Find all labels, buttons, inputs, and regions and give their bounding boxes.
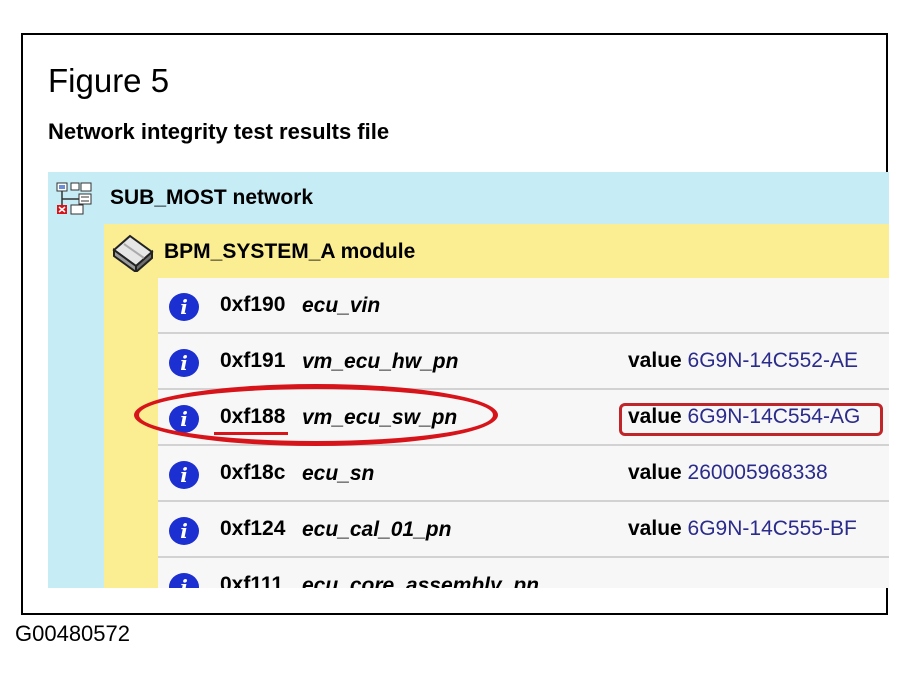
value-text: 6G9N-14C555-BF <box>687 517 857 540</box>
value-label: value <box>628 349 682 372</box>
module-node[interactable]: BPM_SYSTEM_A module i 0xf190 ecu_vin i 0… <box>104 224 889 588</box>
info-icon: i <box>169 461 199 489</box>
parameter-name: ecu_core_assembly_pn <box>302 574 539 588</box>
parameter-value: value 260005968338 <box>628 461 828 485</box>
svg-text:i: i <box>180 519 188 543</box>
parameter-id: 0xf111 <box>220 573 284 588</box>
svg-text:i: i <box>180 407 188 431</box>
parameter-row[interactable]: i 0xf111 ecu_core_assembly_pn <box>158 558 889 588</box>
parameter-row-highlighted[interactable]: i 0xf188 vm_ecu_sw_pn value 6G9N-14C554-… <box>158 390 889 446</box>
info-icon: i <box>169 573 199 588</box>
svg-text:i: i <box>180 295 188 319</box>
svg-text:i: i <box>180 463 188 487</box>
parameter-row[interactable]: i 0xf191 vm_ecu_hw_pn value 6G9N-14C552-… <box>158 334 889 390</box>
highlight-underline <box>214 432 288 435</box>
parameter-name: ecu_sn <box>302 462 375 485</box>
figure-code: G00480572 <box>15 621 130 646</box>
value-text: 6G9N-14C552-AE <box>687 349 858 372</box>
info-icon: i <box>169 405 199 433</box>
parameter-value: value 6G9N-14C554-AG <box>628 405 860 429</box>
figure-title: Figure 5 <box>48 62 170 99</box>
parameter-name: ecu_vin <box>302 294 381 317</box>
network-node[interactable]: SUB_MOST network <box>48 172 889 224</box>
parameter-name: vm_ecu_hw_pn <box>302 350 459 373</box>
module-label: BPM_SYSTEM_A module <box>164 240 416 263</box>
parameter-id: 0xf190 <box>220 293 286 316</box>
network-label: SUB_MOST network <box>110 186 314 209</box>
parameter-id: 0xf124 <box>220 517 286 540</box>
figure-subtitle: Network integrity test results file <box>48 119 390 144</box>
network-tree-icon <box>56 182 92 215</box>
parameter-row[interactable]: i 0xf124 ecu_cal_01_pn value 6G9N-14C555… <box>158 502 889 558</box>
svg-text:i: i <box>180 351 188 375</box>
parameter-value: value 6G9N-14C552-AE <box>628 349 858 373</box>
svg-text:i: i <box>180 575 188 588</box>
value-label: value <box>628 517 682 540</box>
info-icon: i <box>169 293 199 321</box>
value-text: 6G9N-14C554-AG <box>687 405 861 428</box>
value-label: value <box>628 405 682 428</box>
value-label: value <box>628 461 682 484</box>
parameter-value: value 6G9N-14C555-BF <box>628 517 857 541</box>
results-panel: SUB_MOST network BPM_SYSTEM_A module i 0… <box>48 172 889 588</box>
value-text: 260005968338 <box>687 461 828 484</box>
parameter-name: ecu_cal_01_pn <box>302 518 452 541</box>
parameter-row[interactable]: i 0xf190 ecu_vin <box>158 278 889 334</box>
info-icon: i <box>169 517 199 545</box>
module-chip-icon <box>112 234 154 272</box>
parameter-id: 0xf188 <box>220 405 286 428</box>
parameter-name: vm_ecu_sw_pn <box>302 406 458 429</box>
parameter-row[interactable]: i 0xf18c ecu_sn value 260005968338 <box>158 446 889 502</box>
parameter-id: 0xf191 <box>220 349 286 372</box>
parameter-id: 0xf18c <box>220 461 286 484</box>
info-icon: i <box>169 349 199 377</box>
